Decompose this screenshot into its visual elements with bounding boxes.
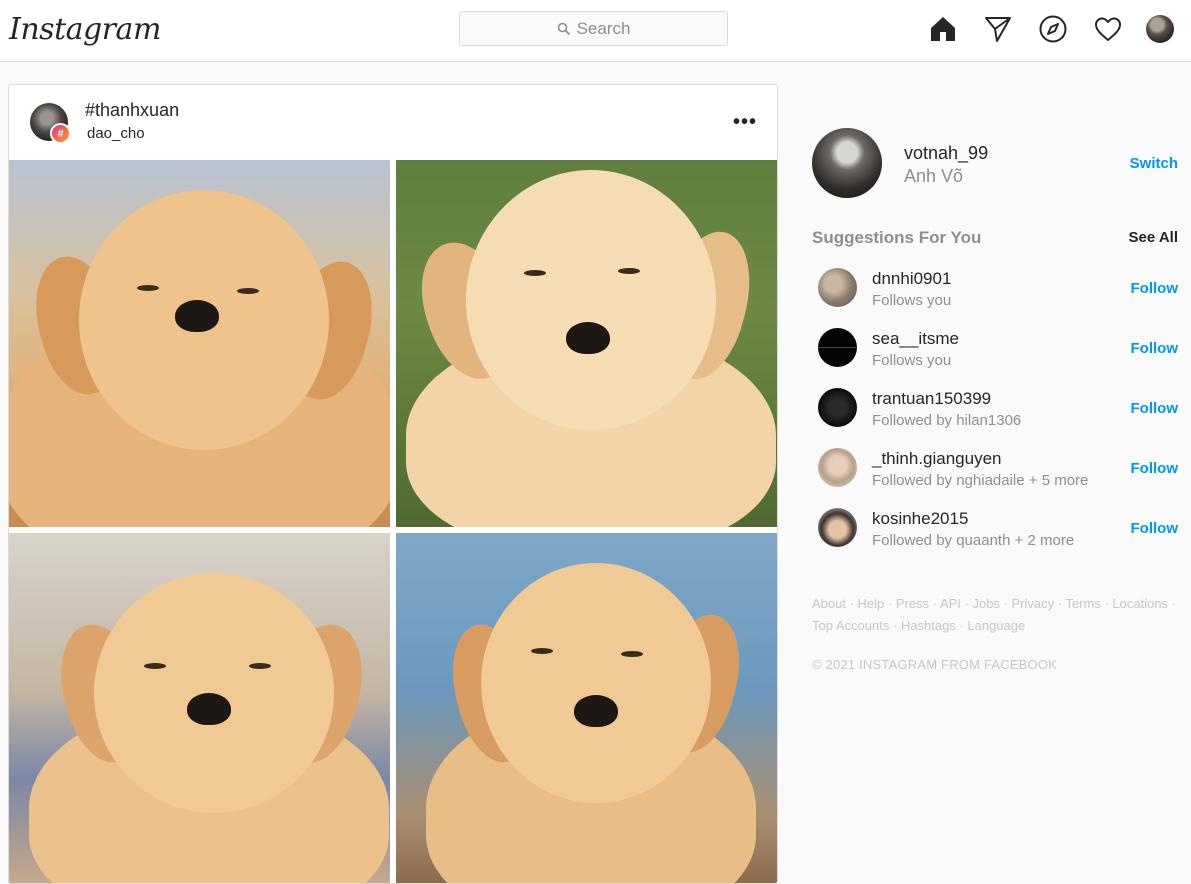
suggestion-username[interactable]: sea__itsme bbox=[872, 329, 959, 349]
instagram-logo[interactable]: Instagram bbox=[9, 12, 161, 47]
switch-account-button[interactable]: Switch bbox=[1130, 155, 1178, 172]
follow-button[interactable]: Follow bbox=[1131, 520, 1179, 537]
suggestion-avatar[interactable] bbox=[818, 268, 857, 307]
puppy-nose bbox=[574, 695, 618, 727]
post-photo[interactable] bbox=[396, 160, 777, 527]
suggestion-username[interactable]: dnnhi0901 bbox=[872, 269, 951, 289]
footer-link-language[interactable]: Language bbox=[967, 618, 1025, 633]
suggestion-item: trantuan150399 Followed by hilan1306 Fol… bbox=[812, 388, 1182, 448]
activity-heart-icon[interactable] bbox=[1091, 12, 1125, 46]
follow-button[interactable]: Follow bbox=[1131, 460, 1179, 477]
suggestion-note: Followed by nghiadaile + 5 more bbox=[872, 472, 1089, 489]
footer-link-help[interactable]: Help bbox=[858, 596, 885, 611]
suggestion-note: Followed by hilan1306 bbox=[872, 412, 1022, 429]
puppy-nose bbox=[187, 693, 231, 725]
suggestion-avatar[interactable] bbox=[818, 508, 857, 547]
suggestion-avatar[interactable] bbox=[818, 448, 857, 487]
footer-link-about[interactable]: About bbox=[812, 596, 846, 611]
footer-link-api[interactable]: API bbox=[940, 596, 961, 611]
footer-link-privacy[interactable]: Privacy bbox=[1012, 596, 1055, 611]
footer-link-press[interactable]: Press bbox=[896, 596, 929, 611]
suggestion-note: Follows you bbox=[872, 292, 952, 309]
follow-button[interactable]: Follow bbox=[1131, 280, 1179, 297]
puppy-eye bbox=[531, 648, 553, 654]
puppy-eye bbox=[249, 663, 271, 669]
search-icon bbox=[557, 22, 570, 35]
footer-link-terms[interactable]: Terms bbox=[1065, 596, 1100, 611]
suggestions-list: dnnhi0901 Follows you Follow sea__itsme … bbox=[812, 268, 1182, 568]
current-username[interactable]: votnah_99 bbox=[904, 143, 988, 164]
suggestion-item: sea__itsme Follows you Follow bbox=[812, 328, 1182, 388]
puppy-eye bbox=[237, 288, 259, 294]
post-card: # #thanhxuan dao_cho ••• bbox=[8, 84, 778, 884]
post-photo[interactable] bbox=[396, 533, 777, 883]
follow-button[interactable]: Follow bbox=[1131, 400, 1179, 417]
puppy-head bbox=[466, 170, 716, 430]
puppy-eye bbox=[621, 651, 643, 657]
copyright-text: © 2021 INSTAGRAM FROM FACEBOOK bbox=[812, 657, 1058, 672]
suggestion-username[interactable]: trantuan150399 bbox=[872, 389, 991, 409]
suggestion-avatar[interactable] bbox=[818, 328, 857, 367]
suggestion-item: kosinhe2015 Followed by quaanth + 2 more… bbox=[812, 508, 1182, 568]
suggestion-username[interactable]: kosinhe2015 bbox=[872, 509, 968, 529]
post-photo[interactable] bbox=[9, 533, 390, 883]
search-placeholder: Search bbox=[576, 18, 631, 38]
search-input[interactable]: Search bbox=[459, 11, 728, 46]
footer-link-top-accounts[interactable]: Top Accounts bbox=[812, 618, 889, 633]
footer-links: About · Help · Press · API · Jobs · Priv… bbox=[812, 596, 1177, 633]
puppy-head bbox=[481, 563, 711, 803]
profile-avatar[interactable] bbox=[1146, 15, 1174, 43]
suggestion-item: _thinh.gianguyen Followed by nghiadaile … bbox=[812, 448, 1182, 508]
see-all-link[interactable]: See All bbox=[1129, 229, 1178, 246]
explore-icon[interactable] bbox=[1036, 12, 1070, 46]
top-nav: Instagram Search bbox=[0, 0, 1191, 62]
hashtag-badge-icon: # bbox=[50, 123, 71, 144]
suggestion-note: Followed by quaanth + 2 more bbox=[872, 532, 1075, 549]
suggestion-username[interactable]: _thinh.gianguyen bbox=[872, 449, 1002, 469]
footer-link-locations[interactable]: Locations bbox=[1112, 596, 1168, 611]
post-hashtag-title[interactable]: #thanhxuan bbox=[85, 100, 179, 121]
suggestion-avatar[interactable] bbox=[818, 388, 857, 427]
home-icon[interactable] bbox=[926, 12, 960, 46]
current-full-name: Anh Võ bbox=[904, 166, 964, 186]
puppy-eye bbox=[524, 270, 546, 276]
puppy-nose bbox=[175, 300, 219, 332]
current-user-avatar[interactable] bbox=[812, 128, 882, 198]
nav-icons bbox=[926, 12, 1174, 46]
puppy-nose bbox=[566, 322, 610, 354]
follow-button[interactable]: Follow bbox=[1131, 340, 1179, 357]
footer-link-hashtags[interactable]: Hashtags bbox=[901, 618, 956, 633]
suggestions-title: Suggestions For You bbox=[812, 228, 982, 247]
suggestion-item: dnnhi0901 Follows you Follow bbox=[812, 268, 1182, 328]
footer-link-jobs[interactable]: Jobs bbox=[972, 596, 999, 611]
puppy-eye bbox=[144, 663, 166, 669]
post-photo[interactable] bbox=[9, 160, 390, 527]
suggestion-note: Follows you bbox=[872, 352, 952, 369]
post-header: # #thanhxuan dao_cho ••• bbox=[9, 85, 777, 161]
direct-icon[interactable] bbox=[981, 12, 1015, 46]
post-photo-grid[interactable] bbox=[9, 160, 777, 883]
post-username[interactable]: dao_cho bbox=[87, 125, 145, 142]
more-options-button[interactable]: ••• bbox=[733, 111, 757, 134]
puppy-eye bbox=[137, 285, 159, 291]
puppy-eye bbox=[618, 268, 640, 274]
